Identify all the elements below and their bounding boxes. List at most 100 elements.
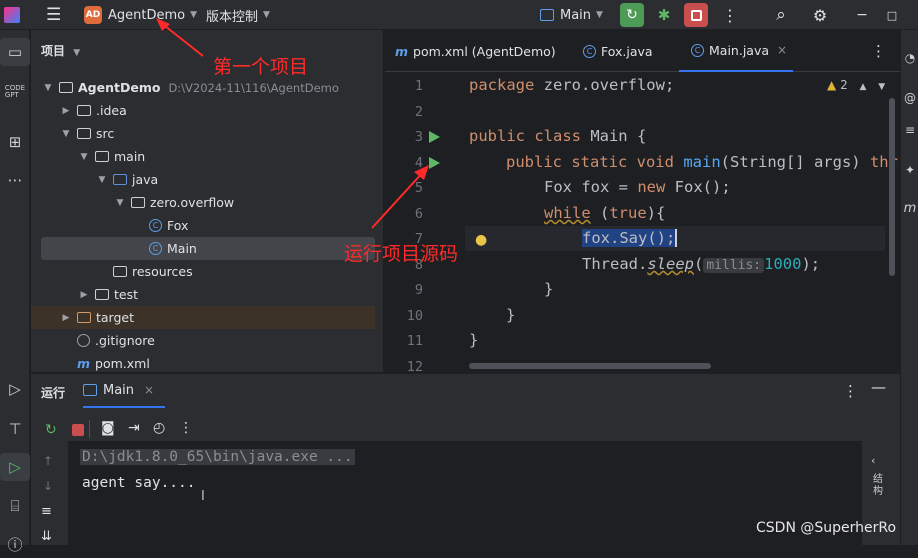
minimize-icon[interactable]: − bbox=[850, 3, 874, 27]
project-panel-title[interactable]: 项目 ▼ bbox=[41, 42, 80, 59]
exit-icon[interactable]: ⇥ bbox=[128, 420, 140, 436]
line-number: 3 bbox=[414, 129, 423, 145]
code-line-10[interactable]: } bbox=[506, 306, 515, 324]
code-token: true bbox=[609, 204, 647, 222]
console-output[interactable]: D:\jdk1.8.0_65\bin\java.exe ... agent sa… bbox=[68, 441, 862, 546]
code-token: ( bbox=[590, 204, 610, 222]
settings-gear-icon[interactable]: ⚙ bbox=[808, 3, 832, 27]
ide-logo-icon[interactable] bbox=[4, 0, 20, 30]
run-tab-main[interactable]: Main × bbox=[83, 374, 165, 408]
editor-tabs: m pom.xml (AgentDemo) C Fox.java C Main.… bbox=[385, 30, 900, 72]
scroll-up-icon[interactable]: ↑ bbox=[43, 454, 53, 468]
camera-icon[interactable]: ◙ bbox=[101, 420, 115, 436]
tree-item-fox[interactable]: C Fox bbox=[31, 214, 375, 237]
code-token: main bbox=[683, 153, 721, 171]
run-tool-icon[interactable]: ▷ bbox=[0, 453, 30, 481]
project-switcher[interactable]: AD AgentDemo ▼ bbox=[84, 0, 197, 30]
hide-panel-icon[interactable]: — bbox=[871, 378, 886, 396]
right-tool-strip: ◔ @ ≡ ✦ m bbox=[900, 30, 918, 545]
code-line-6[interactable]: while (true){ bbox=[544, 204, 665, 222]
stop-icon[interactable] bbox=[72, 424, 84, 436]
tab-pom-xml[interactable]: m pom.xml (AgentDemo) bbox=[395, 30, 556, 72]
maximize-icon[interactable]: □ bbox=[880, 3, 904, 27]
tree-item-main-class[interactable]: C Main bbox=[41, 237, 375, 260]
chevron-right-icon: ▶ bbox=[80, 289, 88, 300]
rerun-icon[interactable]: ↻ bbox=[45, 422, 57, 438]
code-line-1[interactable]: package zero.overflow; bbox=[469, 76, 674, 94]
chevron-down-icon[interactable]: ▼ bbox=[878, 82, 885, 92]
maven-icon[interactable]: m bbox=[901, 194, 918, 222]
code-line-3[interactable]: public class Main { bbox=[469, 127, 646, 145]
more-actions-icon[interactable]: ⋮ bbox=[718, 3, 742, 27]
bug-icon: ✱ bbox=[657, 6, 671, 24]
soft-wrap-icon[interactable]: ≡ bbox=[41, 504, 52, 519]
structure-icon[interactable]: ⊞ bbox=[0, 128, 30, 156]
parameter-hint: millis: bbox=[703, 258, 765, 273]
code-line-8[interactable]: Thread.sleep(millis: 1000); bbox=[582, 255, 820, 273]
database-icon[interactable]: ≡ bbox=[901, 116, 918, 144]
project-tool-folder-icon[interactable]: ▭ bbox=[0, 38, 30, 66]
tree-item-label: .idea bbox=[96, 103, 127, 118]
vcs-menu[interactable]: 版本控制 ▼ bbox=[206, 0, 270, 30]
problems-icon[interactable]: ⓘ bbox=[0, 530, 30, 558]
console-command-line[interactable]: D:\jdk1.8.0_65\bin\java.exe ... bbox=[80, 449, 355, 465]
terminal-icon[interactable]: ⌸ bbox=[0, 492, 30, 520]
run-config-selector[interactable]: Main ▼ bbox=[540, 0, 603, 30]
main-menu-icon[interactable]: ☰ bbox=[46, 0, 61, 30]
rerun-icon: ↻ bbox=[626, 7, 638, 23]
close-icon[interactable]: × bbox=[777, 43, 787, 57]
code-line-5[interactable]: Fox fox = new Fox(); bbox=[544, 178, 731, 196]
tree-item-resources[interactable]: resources bbox=[31, 260, 375, 283]
ai-assistant-icon[interactable]: @ bbox=[901, 84, 918, 112]
notifications-icon[interactable]: ◔ bbox=[901, 44, 918, 72]
tab-main-java[interactable]: C Main.java × bbox=[679, 30, 793, 72]
tree-item-idea[interactable]: ▶ .idea bbox=[31, 99, 375, 122]
run-class-gutter-icon[interactable] bbox=[429, 131, 440, 143]
scroll-to-end-icon[interactable]: ⇊ bbox=[41, 529, 52, 544]
tree-item-pom[interactable]: m pom.xml bbox=[31, 352, 375, 372]
debug-button[interactable]: ✱ bbox=[652, 3, 676, 27]
lightbulb-icon[interactable]: ● bbox=[475, 232, 487, 248]
rerun-button[interactable]: ↻ bbox=[620, 3, 644, 27]
codegpt-icon[interactable]: CODE GPT bbox=[0, 78, 30, 106]
code-token: Main { bbox=[580, 127, 647, 145]
code-line-11[interactable]: } bbox=[469, 331, 478, 349]
tab-fox-java[interactable]: C Fox.java bbox=[583, 30, 653, 72]
code-token: } bbox=[544, 280, 554, 298]
chevron-up-icon[interactable]: ▲ bbox=[860, 82, 867, 92]
tree-item-main[interactable]: ▼ main bbox=[31, 145, 375, 168]
tree-item-target[interactable]: ▶ target bbox=[31, 306, 375, 329]
editor-horizontal-scrollbar[interactable] bbox=[469, 363, 711, 369]
tree-root[interactable]: ▼ AgentDemo D:\V2024-11\116\AgentDemo bbox=[31, 76, 375, 99]
services-icon[interactable]: ▷ bbox=[0, 375, 30, 403]
tree-item-gitignore[interactable]: .gitignore bbox=[31, 329, 375, 352]
code-line-4[interactable]: public static void main(String[] args) t… bbox=[506, 153, 898, 171]
code-line-9[interactable]: } bbox=[544, 280, 553, 298]
inspection-widget[interactable]: ▲ 2 ▲ ▼ bbox=[827, 78, 885, 92]
profiler-gauge-icon[interactable]: ◴ bbox=[153, 420, 165, 436]
more-tools-icon[interactable]: ⋯ bbox=[0, 166, 30, 194]
editor-vertical-scrollbar[interactable] bbox=[889, 98, 895, 276]
tree-item-java[interactable]: ▼ java bbox=[31, 168, 375, 191]
scroll-down-icon[interactable]: ↓ bbox=[43, 479, 53, 493]
code-line-7[interactable]: fox.Say(); bbox=[582, 229, 678, 247]
tab-options-icon[interactable]: ⋮ bbox=[871, 30, 886, 72]
code-token: sleep bbox=[647, 255, 694, 273]
run-main-gutter-icon[interactable] bbox=[429, 157, 440, 169]
stop-button[interactable] bbox=[684, 3, 708, 27]
chevron-down-icon: ▼ bbox=[73, 48, 81, 58]
close-icon[interactable]: × bbox=[144, 383, 154, 397]
annotation-run-source: 运行项目源码 bbox=[344, 243, 459, 265]
code-token: public static void bbox=[506, 153, 674, 171]
structure-side-label[interactable]: 结构 bbox=[873, 474, 885, 498]
runnable-class-icon: C bbox=[691, 43, 704, 57]
build-hammer-icon[interactable]: ⊤ bbox=[0, 415, 30, 443]
tree-item-src[interactable]: ▼ src bbox=[31, 122, 375, 145]
gradle-icon[interactable]: ✦ bbox=[901, 156, 918, 184]
tree-item-test[interactable]: ▶ test bbox=[31, 283, 375, 306]
more-actions-icon[interactable]: ⋮ bbox=[179, 420, 193, 436]
search-icon[interactable]: ⌕ bbox=[769, 3, 793, 27]
panel-options-icon[interactable]: ⋮ bbox=[843, 382, 858, 400]
chevron-left-icon[interactable]: ‹ bbox=[871, 454, 875, 467]
tree-item-package[interactable]: ▼ zero.overflow bbox=[31, 191, 375, 214]
